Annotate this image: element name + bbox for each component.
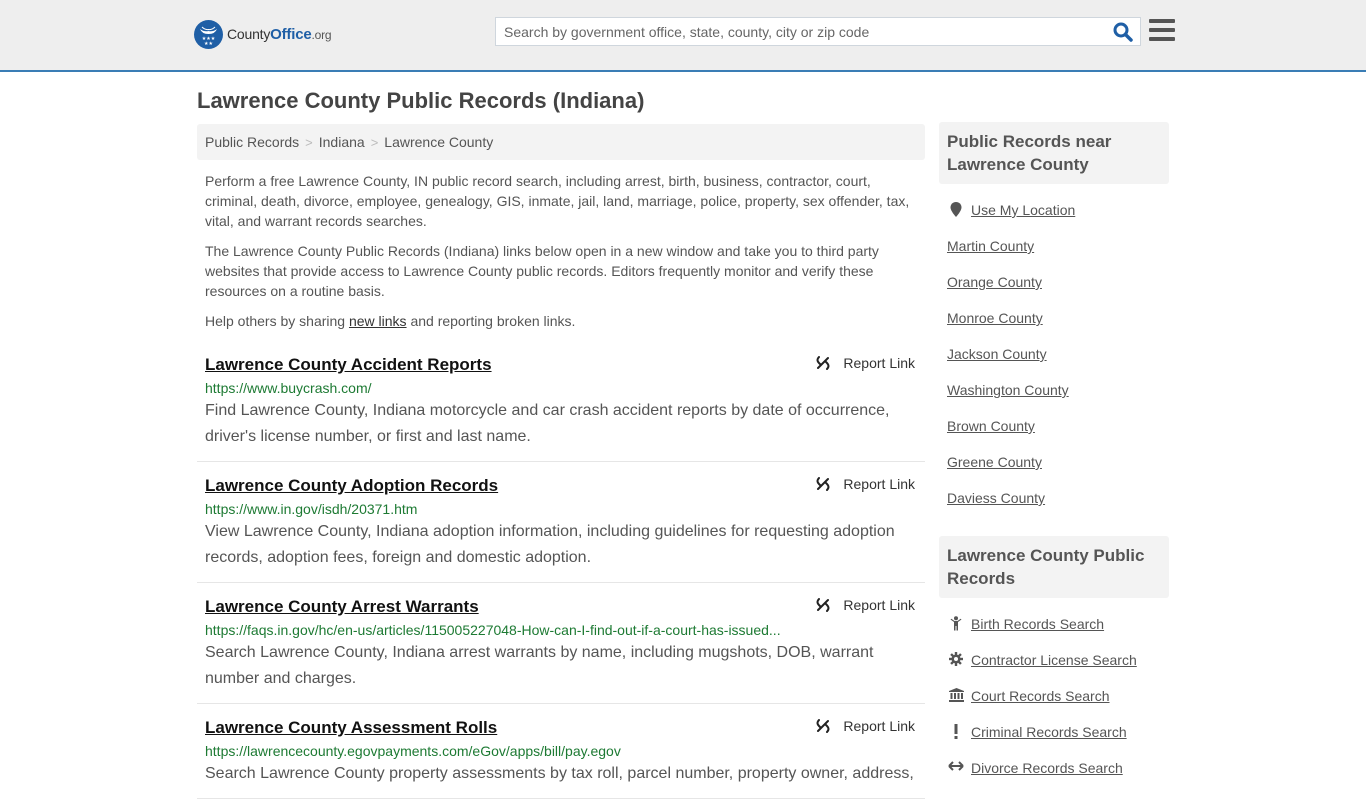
- site-logo[interactable]: ★★★ ★★ CountyOffice.org: [194, 20, 332, 49]
- report-link-label: Report Link: [843, 476, 915, 492]
- exclamation-icon: [947, 724, 965, 739]
- courthouse-icon: [947, 688, 965, 702]
- breadcrumb-separator: >: [370, 135, 379, 150]
- record-url[interactable]: https://faqs.in.gov/hc/en-us/articles/11…: [205, 622, 917, 638]
- use-my-location-item: Use My Location: [947, 202, 1161, 238]
- nearby-county-item: Brown County: [947, 418, 1161, 454]
- records-list: Lawrence County Accident Reports Report …: [197, 343, 925, 799]
- nearby-county-item: Jackson County: [947, 346, 1161, 382]
- record-description: View Lawrence County, Indiana adoption i…: [205, 523, 895, 566]
- county-record-item: Divorce Records Search: [947, 760, 1161, 796]
- new-links-link[interactable]: new links: [349, 313, 407, 329]
- record-title-link[interactable]: Lawrence County Assessment Rolls: [205, 718, 497, 738]
- record-item: Lawrence County Adoption Records Report …: [197, 462, 925, 583]
- intro-text: Perform a free Lawrence County, IN publi…: [197, 171, 925, 331]
- report-link-button[interactable]: Report Link: [815, 597, 915, 613]
- nearby-records-heading: Public Records near Lawrence County: [939, 122, 1169, 184]
- record-description: Search Lawrence County, Indiana arrest w…: [205, 644, 874, 687]
- breadcrumb: Public Records > Indiana > Lawrence County: [197, 124, 925, 160]
- breadcrumb-separator: >: [305, 135, 313, 150]
- nearby-county-item: Washington County: [947, 382, 1161, 418]
- county-records-list: Birth Records Search Contractor License …: [939, 598, 1169, 796]
- main-content: Public Records > Indiana > Lawrence County P…: [197, 124, 925, 799]
- intro-paragraph-1: Perform a free Lawrence County, IN publi…: [205, 173, 910, 229]
- child-icon: [947, 616, 965, 631]
- county-records-heading: Lawrence County Public Records: [939, 536, 1169, 598]
- broken-link-icon: [816, 719, 830, 733]
- map-marker-icon: [947, 202, 965, 218]
- arrows-horizontal-icon: [947, 760, 965, 772]
- county-record-link[interactable]: Court Records Search: [971, 688, 1110, 704]
- report-link-label: Report Link: [843, 597, 915, 613]
- report-link-button[interactable]: Report Link: [815, 355, 915, 371]
- county-record-link[interactable]: Contractor License Search: [971, 652, 1137, 668]
- nearby-county-item: Daviess County: [947, 490, 1161, 526]
- svg-text:★★: ★★: [204, 41, 213, 47]
- intro-paragraph-2: The Lawrence County Public Records (Indi…: [205, 243, 879, 299]
- intro-p3-text: Help others by sharing: [205, 313, 349, 329]
- logo-brand-main: County: [227, 26, 271, 42]
- nearby-county-link[interactable]: Daviess County: [947, 490, 1045, 506]
- menu-bar: [1149, 19, 1175, 23]
- nearby-counties-list: Use My Location Martin County Orange Cou…: [939, 184, 1169, 526]
- record-description: Find Lawrence County, Indiana motorcycle…: [205, 402, 890, 445]
- county-record-item: Contractor License Search: [947, 652, 1161, 688]
- county-record-link[interactable]: Divorce Records Search: [971, 760, 1123, 776]
- menu-bar: [1149, 37, 1175, 41]
- county-record-item: Court Records Search: [947, 688, 1161, 724]
- record-title-link[interactable]: Lawrence County Accident Reports: [205, 355, 492, 375]
- nearby-county-link[interactable]: Greene County: [947, 454, 1042, 470]
- nearby-county-link[interactable]: Orange County: [947, 274, 1042, 290]
- broken-link-icon: [816, 477, 830, 491]
- nearby-county-link[interactable]: Jackson County: [947, 346, 1047, 362]
- breadcrumb-public-records[interactable]: Public Records: [205, 134, 299, 150]
- nearby-county-link[interactable]: Monroe County: [947, 310, 1043, 326]
- report-link-label: Report Link: [843, 718, 915, 734]
- report-link-button[interactable]: Report Link: [815, 718, 915, 734]
- record-url[interactable]: https://www.buycrash.com/: [205, 380, 917, 396]
- eagle-stars-logo-icon: ★★★ ★★: [194, 20, 223, 49]
- page-title: Lawrence County Public Records (Indiana): [197, 88, 645, 113]
- broken-link-icon: [816, 356, 830, 370]
- report-link-button[interactable]: Report Link: [815, 476, 915, 492]
- record-item: Lawrence County Assessment Rolls Report …: [197, 704, 925, 799]
- breadcrumb-indiana[interactable]: Indiana: [319, 134, 365, 150]
- menu-bar: [1149, 28, 1175, 32]
- record-url[interactable]: https://lawrencecounty.egovpayments.com/…: [205, 743, 917, 759]
- logo-wordmark: CountyOffice.org: [227, 26, 332, 43]
- hamburger-menu-icon[interactable]: [1149, 19, 1175, 43]
- record-title-link[interactable]: Lawrence County Arrest Warrants: [205, 597, 479, 617]
- nearby-county-item: Monroe County: [947, 310, 1161, 346]
- county-record-item: Criminal Records Search: [947, 724, 1161, 760]
- record-item: Lawrence County Accident Reports Report …: [197, 343, 925, 462]
- nearby-county-link[interactable]: Martin County: [947, 238, 1034, 254]
- county-record-link[interactable]: Birth Records Search: [971, 616, 1104, 632]
- report-link-label: Report Link: [843, 355, 915, 371]
- logo-brand-tld: .org: [311, 28, 332, 42]
- intro-p3-text: and reporting broken links.: [406, 313, 576, 329]
- search-bar: [495, 17, 1141, 46]
- record-description: Search Lawrence County property assessme…: [205, 765, 914, 782]
- nearby-county-item: Orange County: [947, 274, 1161, 310]
- logo-brand-accent: Office: [270, 26, 312, 43]
- site-header: ★★★ ★★ CountyOffice.org: [0, 0, 1366, 72]
- gear-icon: [947, 652, 965, 666]
- record-item: Lawrence County Arrest Warrants Report L…: [197, 583, 925, 704]
- nearby-county-item: Greene County: [947, 454, 1161, 490]
- use-my-location-link[interactable]: Use My Location: [971, 202, 1075, 218]
- broken-link-icon: [816, 598, 830, 612]
- nearby-county-link[interactable]: Washington County: [947, 382, 1069, 398]
- record-title-link[interactable]: Lawrence County Adoption Records: [205, 476, 498, 496]
- county-record-link[interactable]: Criminal Records Search: [971, 724, 1127, 740]
- intro-paragraph-3: Help others by sharing new links and rep…: [205, 311, 917, 331]
- sidebar: Public Records near Lawrence County Use …: [939, 122, 1169, 796]
- nearby-county-item: Martin County: [947, 238, 1161, 274]
- breadcrumb-lawrence-county[interactable]: Lawrence County: [384, 134, 493, 150]
- county-record-item: Birth Records Search: [947, 616, 1161, 652]
- record-url[interactable]: https://www.in.gov/isdh/20371.htm: [205, 501, 917, 517]
- search-icon[interactable]: [1112, 21, 1134, 43]
- search-input[interactable]: [496, 18, 1096, 45]
- nearby-county-link[interactable]: Brown County: [947, 418, 1035, 434]
